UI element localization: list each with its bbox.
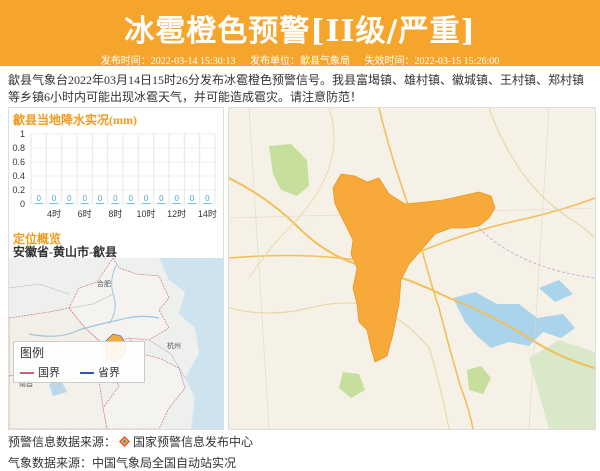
precip-data-label: 0 — [82, 194, 87, 203]
warning-description: 歙县气象台2022年03月14日15时26分发布冰雹橙色预警信号。我县富堨镇、雄… — [8, 73, 585, 104]
precip-data-label: 0 — [67, 194, 72, 203]
precip-data-label: 0 — [144, 194, 149, 203]
precip-bar — [172, 203, 181, 204]
weather-source-line: 气象数据来源：中国气象局全国自动站实况 — [8, 456, 237, 470]
precip-data-label: 0 — [205, 194, 210, 203]
precip-data-label: 0 — [52, 194, 57, 203]
y-tick-label: 0.8 — [12, 143, 25, 153]
warning-center-logo-icon — [119, 436, 131, 447]
map-legend: 图例 国界 省界 — [13, 341, 145, 383]
national-border-swatch — [20, 372, 34, 375]
warning-source-label: 预警信息数据来源： — [8, 435, 117, 449]
map-label-hangzhou: 杭州 — [167, 341, 181, 350]
y-tick-label: 0.6 — [12, 157, 25, 167]
x-tick-label: 12时 — [167, 208, 186, 219]
y-tick-label: 1 — [20, 129, 25, 139]
x-tick-label: 6时 — [78, 208, 92, 219]
precip-bar — [111, 203, 120, 204]
precip-bar — [50, 203, 58, 204]
warning-source-line: 预警信息数据来源： 国家预警信息发布中心 — [8, 433, 253, 450]
legend-provincial-border: 省界 — [80, 364, 120, 380]
legend-title: 图例 — [20, 346, 45, 360]
precip-data-label: 0 — [159, 194, 164, 203]
x-tick-label: 8时 — [108, 208, 122, 219]
precip-data-label: 0 — [98, 194, 103, 203]
precip-bar — [96, 203, 104, 204]
precip-data-label: 0 — [128, 194, 133, 203]
y-tick-label: 0.2 — [12, 185, 25, 195]
precip-chart: 1 0.8 0.6 0.4 0.2 0 0 0 0 0 0 0 0 0 0 0 0 0 4时 6时 8时 10时 12时 14… — [12, 129, 217, 219]
issue-time: 发布时间：2022-03-14 15:30:13 — [100, 56, 236, 67]
x-tick-label: 4时 — [47, 208, 61, 219]
precip-bar — [65, 203, 74, 204]
warning-header: 冰雹橙色预警[II级/严重] 发布时间：2022-03-14 15:30:13 … — [0, 0, 600, 67]
x-tick-label: 10时 — [136, 208, 155, 219]
provincial-border-swatch — [80, 372, 94, 375]
precip-data-label: 0 — [113, 194, 118, 203]
precip-data-label: 0 — [190, 194, 195, 203]
map-label-hefei: 合肥 — [97, 279, 111, 288]
precip-bar — [142, 203, 150, 204]
warning-source-name: 国家预警信息发布中心 — [133, 435, 254, 449]
precip-bar — [203, 203, 212, 204]
legend-provincial-label: 省界 — [98, 367, 120, 379]
legend-national-border: 国界 — [20, 364, 60, 380]
expire-time: 失效时间：2022-03-15 15:26:00 — [364, 56, 500, 67]
warning-area-map[interactable] — [228, 107, 596, 430]
warning-meta: 发布时间：2022-03-14 15:30:13 发布单位：歙县气象局 失效时间… — [0, 52, 600, 67]
issuer: 发布单位：歙县气象局 — [250, 56, 350, 67]
y-tick-label: 0 — [20, 199, 25, 209]
precip-data-label: 0 — [174, 194, 179, 203]
precip-bar — [188, 203, 196, 204]
x-tick-label: 14时 — [198, 208, 217, 219]
y-tick-label: 0.4 — [12, 171, 25, 181]
precip-bar — [157, 203, 166, 204]
precip-data-label: 0 — [36, 194, 41, 203]
precip-bar — [80, 203, 89, 204]
legend-national-label: 国界 — [38, 367, 60, 379]
precip-bar — [126, 203, 135, 204]
left-panel: 歙县当地降水实况(mm) 1 0.8 0.6 0.4 0.2 0 0 0 0 0 0 0 0 0 0 0 0 0 4… — [8, 107, 224, 430]
precip-bar — [34, 203, 43, 204]
warning-title: 冰雹橙色预警[II级/严重] — [124, 14, 476, 49]
